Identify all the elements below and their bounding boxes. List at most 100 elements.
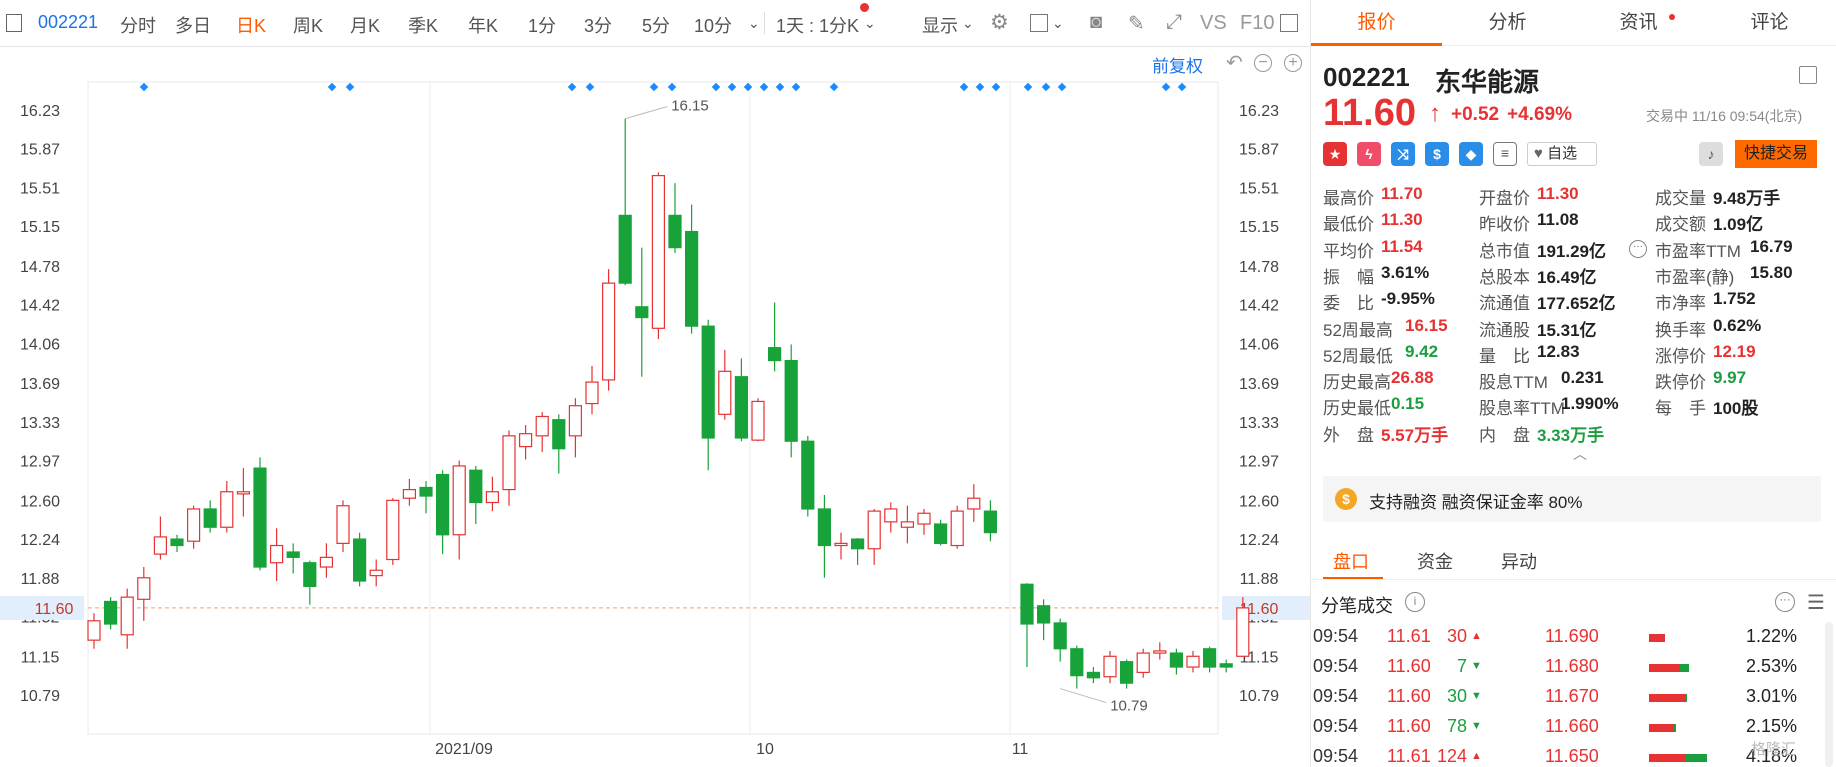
- period-tab-10min[interactable]: 10分: [694, 12, 732, 38]
- candle-body-down: [1053, 622, 1067, 650]
- event-marker-icon: [1177, 82, 1187, 92]
- period-tab-1min[interactable]: 1分: [528, 12, 556, 38]
- event-marker-icon: [585, 82, 595, 92]
- period-tab-quarterly[interactable]: 季K: [408, 12, 438, 38]
- tab-comments[interactable]: 评论: [1704, 0, 1835, 46]
- list-icon[interactable]: [1799, 66, 1817, 84]
- period-tab-multiday[interactable]: 多日: [175, 12, 211, 38]
- scrollbar[interactable]: [1825, 622, 1833, 767]
- candlestick-chart[interactable]: 前复权 ↶ − + 16.23 16.23 15.87 15.87 15.51 15.51…: [0, 46, 1310, 767]
- period-tab-5min[interactable]: 5分: [642, 12, 670, 38]
- pencil-icon[interactable]: ✎: [1128, 11, 1145, 36]
- y-tick-label-right: 12.24: [1239, 532, 1279, 549]
- period-combo-select[interactable]: 1天 : 1分K: [776, 12, 859, 38]
- subtab-capital[interactable]: 资金: [1417, 548, 1453, 574]
- period-tab-monthly[interactable]: 月K: [350, 12, 380, 38]
- gear-icon[interactable]: ⚙: [990, 10, 1009, 35]
- tab-quote[interactable]: 报价: [1311, 0, 1442, 46]
- period-tab-daily[interactable]: 日K: [236, 12, 266, 38]
- candle-body-up: [120, 596, 134, 636]
- tab-analysis[interactable]: 分析: [1442, 0, 1573, 46]
- bolt-icon[interactable]: ϟ: [1357, 142, 1381, 166]
- notification-dot-icon: [860, 3, 869, 12]
- y-tick-label-right: 15.15: [1239, 219, 1279, 236]
- period-tab-3min[interactable]: 3分: [584, 12, 612, 38]
- chevron-down-icon[interactable]: ⌄: [1052, 15, 1064, 32]
- dollar-icon[interactable]: $: [1425, 142, 1449, 166]
- y-tick-label-left: 10.79: [20, 688, 60, 705]
- period-tab-yearly[interactable]: 年K: [468, 12, 498, 38]
- candle: [535, 412, 549, 452]
- shuffle-icon[interactable]: ⤨: [1391, 142, 1415, 166]
- stock-code-label[interactable]: 002221: [38, 12, 98, 33]
- candle-body-up: [917, 512, 931, 525]
- y-tick-label-left: 12.97: [20, 454, 60, 471]
- watchlist-button[interactable]: ♥ 自选: [1527, 142, 1597, 166]
- candle: [1186, 650, 1200, 673]
- more-icon[interactable]: ···: [1775, 592, 1795, 612]
- panel-toggle-icon[interactable]: [6, 14, 22, 32]
- stat-value: 12.19: [1713, 341, 1756, 361]
- candle-body-down: [1086, 671, 1101, 679]
- subtab-events[interactable]: 异动: [1501, 548, 1537, 574]
- price-change-pct: +4.69%: [1507, 104, 1572, 125]
- china-flag-icon[interactable]: ★: [1323, 142, 1347, 166]
- expand-icon[interactable]: ⤢: [1166, 11, 1182, 34]
- depth-bar-green: [1685, 694, 1687, 702]
- candle: [386, 498, 400, 565]
- trading-status: 交易中 11/16 09:54(北京): [1646, 108, 1803, 124]
- candle-body-down: [1020, 583, 1034, 625]
- candle: [137, 567, 151, 621]
- document-icon[interactable]: ≡: [1493, 142, 1517, 166]
- period-tab-weekly[interactable]: 周K: [293, 12, 323, 38]
- trade-time: 09:54: [1313, 686, 1359, 706]
- candle: [485, 476, 499, 512]
- candle-body-up: [137, 577, 151, 600]
- sidebar-toggle-icon[interactable]: [1280, 14, 1298, 32]
- y-tick-label-left: 11.15: [21, 649, 60, 666]
- tag-icon[interactable]: ◆: [1459, 142, 1483, 166]
- more-icon[interactable]: ···: [1629, 240, 1647, 258]
- event-marker-icon: [139, 82, 149, 92]
- stat-value: 1.752: [1713, 289, 1756, 309]
- checkbox-icon[interactable]: [1030, 14, 1048, 32]
- chevron-down-icon[interactable]: ⌄: [962, 15, 974, 32]
- price-change: +0.52: [1451, 104, 1500, 125]
- menu-icon[interactable]: ☰: [1807, 590, 1825, 615]
- stat-label: 平均价: [1323, 241, 1374, 261]
- candle: [518, 425, 533, 460]
- chart-toolbar: 002221 分时 多日 日K 周K 月K 季K 年K 1分 3分 5分 10分…: [0, 0, 1310, 47]
- chevron-down-icon[interactable]: ⌄: [864, 15, 876, 32]
- candle: [187, 505, 201, 549]
- collapse-chevron-icon[interactable]: ︿: [1573, 444, 1587, 464]
- candle: [220, 481, 234, 533]
- y-tick-label-right: 13.69: [1239, 376, 1279, 393]
- tab-news[interactable]: 资讯: [1573, 0, 1704, 46]
- candle: [1070, 645, 1084, 689]
- y-tick-label-left: 16.23: [20, 103, 60, 120]
- depth-bar-red: [1649, 724, 1674, 732]
- camera-icon[interactable]: ◙: [1090, 11, 1102, 34]
- candle-body-down: [635, 306, 649, 319]
- event-marker-icon: [567, 82, 577, 92]
- trade-volume: 30: [1446, 686, 1467, 706]
- chart-canvas[interactable]: 16.23 16.23 15.87 15.87 15.51 15.51 15.15 15.15…: [0, 46, 1310, 767]
- vs-compare-button[interactable]: VS: [1200, 12, 1227, 35]
- stat-value: 1.09亿: [1713, 215, 1764, 235]
- heart-icon: ♥: [1534, 145, 1543, 162]
- candle: [87, 613, 101, 649]
- stat-label: 流通股: [1479, 320, 1530, 340]
- candle: [253, 457, 267, 571]
- chevron-down-icon[interactable]: ⌄: [748, 15, 760, 32]
- f10-button[interactable]: F10: [1240, 12, 1274, 35]
- quick-trade-button[interactable]: 快捷交易: [1735, 140, 1817, 168]
- display-menu[interactable]: 显示: [922, 12, 958, 38]
- period-tab-intraday[interactable]: 分时: [120, 12, 156, 38]
- candle: [369, 559, 383, 587]
- subtab-orderbook[interactable]: 盘口: [1333, 548, 1369, 574]
- info-icon[interactable]: i: [1405, 592, 1425, 612]
- stat-value: 9.48万手: [1713, 189, 1781, 208]
- stat-value: 11.54: [1381, 236, 1423, 256]
- event-marker-icon: [759, 82, 769, 92]
- bell-icon[interactable]: ♪: [1699, 142, 1723, 166]
